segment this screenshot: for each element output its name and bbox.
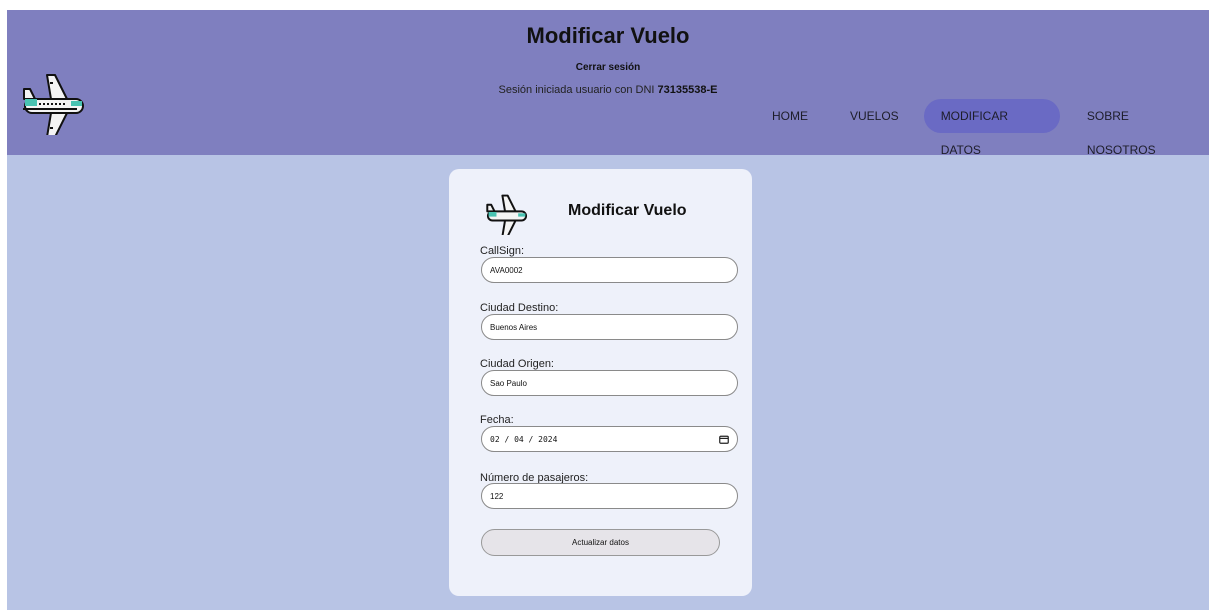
- pasajeros-input[interactable]: 122: [481, 483, 738, 509]
- callsign-label: CallSign:: [480, 245, 525, 257]
- destino-input[interactable]: Buenos Aires: [481, 314, 738, 340]
- page-title: Modificar Vuelo: [526, 23, 690, 48]
- form-title: Modificar Vuelo: [568, 202, 687, 219]
- pasajeros-value: 122: [490, 491, 504, 501]
- callsign-value: AVA0002: [490, 265, 523, 275]
- fecha-input[interactable]: 02 / 04 / 2024: [481, 426, 738, 452]
- fecha-label: Fecha:: [480, 414, 514, 426]
- airplane-icon: [486, 194, 528, 235]
- fecha-value: 02 / 04 / 2024: [490, 434, 558, 444]
- app-frame: Modificar Vuelo Cerrar sesión Sesión ini…: [7, 10, 1209, 610]
- nav-vuelos[interactable]: VUELOS: [833, 99, 916, 133]
- origen-label: Ciudad Origen:: [480, 358, 554, 370]
- session-text: Sesión iniciada usuario con DNI: [498, 84, 655, 96]
- callsign-input[interactable]: AVA0002: [481, 257, 738, 283]
- nav-modificar-datos[interactable]: MODIFICAR DATOS: [923, 99, 1060, 157]
- header: Modificar Vuelo Cerrar sesión Sesión ini…: [7, 10, 1209, 157]
- logout-link[interactable]: Cerrar sesión: [7, 62, 1209, 73]
- calendar-icon[interactable]: [719, 435, 729, 444]
- session-dni: 73135538-E: [657, 84, 718, 96]
- origen-value: Sao Paulo: [490, 378, 527, 388]
- origen-input[interactable]: Sao Paulo: [481, 370, 738, 396]
- airplane-icon: [23, 74, 84, 135]
- update-button[interactable]: Actualizar datos: [481, 529, 720, 556]
- nav-sobre-nosotros[interactable]: SOBRE NOSOTROS: [1070, 99, 1209, 157]
- destino-label: Ciudad Destino:: [480, 302, 559, 314]
- edit-flight-form: Modificar Vuelo CallSign: AVA0002 Ciudad…: [449, 169, 752, 596]
- main-nav: HOME VUELOS MODIFICAR DATOS SOBRE NOSOTR…: [755, 99, 1209, 157]
- session-info: Sesión iniciada usuario con DNI 73135538…: [7, 84, 1209, 96]
- nav-home[interactable]: HOME: [755, 99, 825, 133]
- destino-value: Buenos Aires: [490, 322, 538, 332]
